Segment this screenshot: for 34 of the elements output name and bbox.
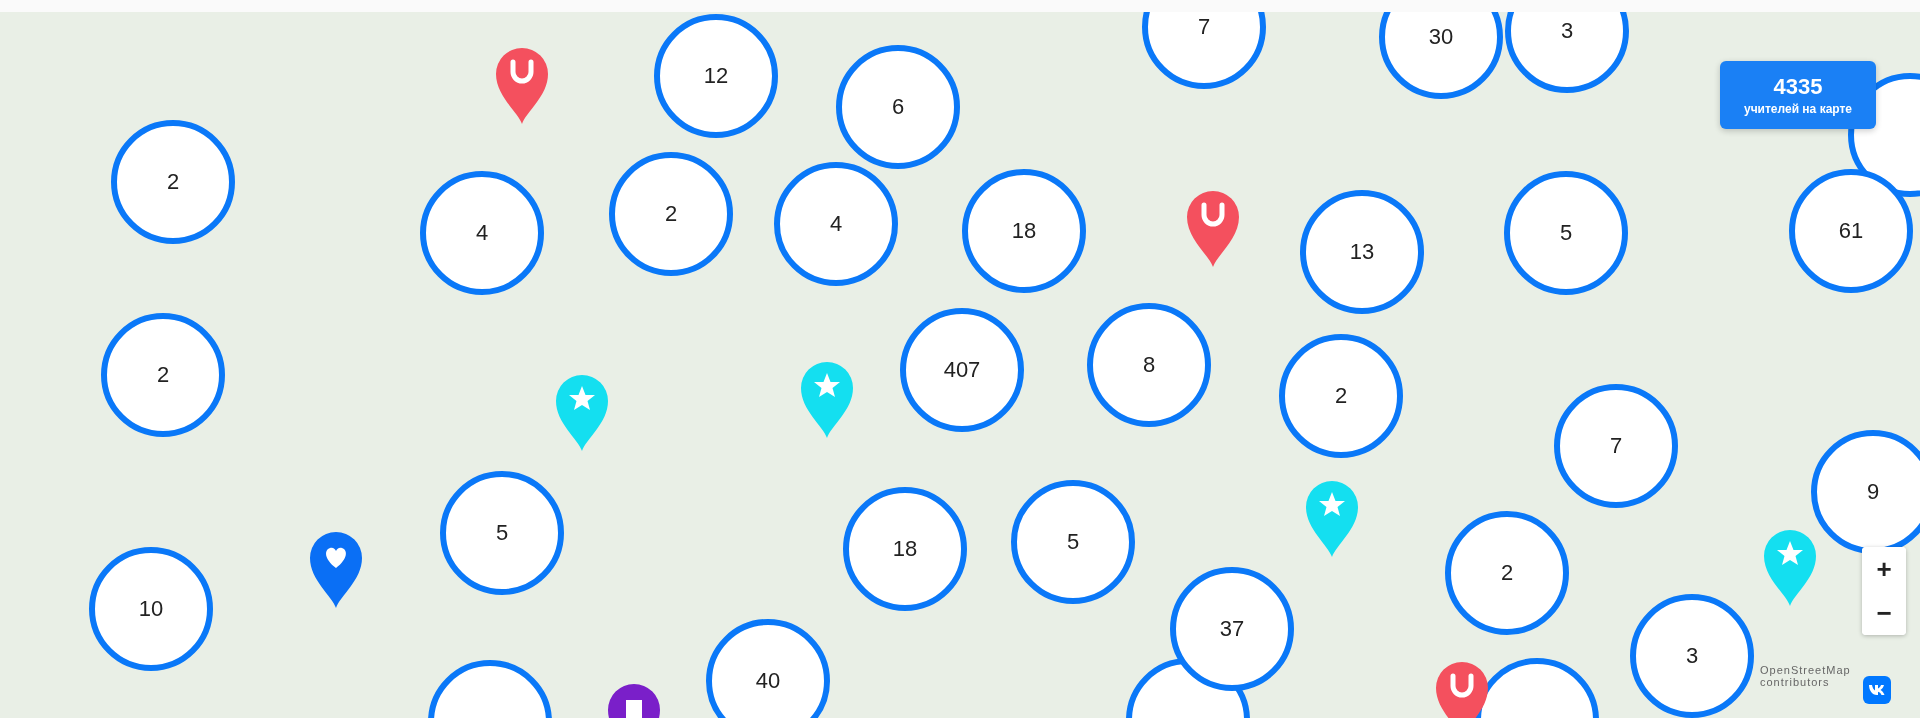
cluster-marker[interactable]: 4 xyxy=(774,162,898,286)
cluster-marker[interactable]: 13 xyxy=(1300,190,1424,314)
cluster-marker[interactable]: 2 xyxy=(1279,334,1403,458)
map-background[interactable]: 7 30 3 12 6 2 4 2 4 18 13 5 61 2 407 8 2 7 9 5 18 5 2 10 37 40 3 4335 учителей на карте + − OpenStreetMap contributors xyxy=(0,12,1920,718)
cluster-marker[interactable]: 4 xyxy=(420,171,544,295)
cluster-marker[interactable]: 2 xyxy=(101,313,225,437)
teacher-count: 4335 xyxy=(1773,74,1823,100)
cluster-marker[interactable]: 18 xyxy=(843,487,967,611)
teacher-count-label: учителей на карте xyxy=(1743,102,1853,116)
cluster-marker[interactable]: 10 xyxy=(89,547,213,671)
cluster-marker[interactable]: 407 xyxy=(900,308,1024,432)
cluster-marker[interactable]: 9 xyxy=(1811,430,1920,554)
cluster-marker[interactable]: 12 xyxy=(654,14,778,138)
cluster-marker[interactable]: 6 xyxy=(836,45,960,169)
cluster-marker[interactable]: 5 xyxy=(440,471,564,595)
cluster-marker[interactable]: 7 xyxy=(1554,384,1678,508)
cluster-marker[interactable]: 8 xyxy=(1087,303,1211,427)
zoom-in-button[interactable]: + xyxy=(1862,547,1906,591)
cluster-marker[interactable]: 2 xyxy=(1445,511,1569,635)
cluster-marker[interactable]: 30 xyxy=(1379,12,1503,99)
cluster-marker[interactable]: 5 xyxy=(1011,480,1135,604)
cluster-marker[interactable]: 18 xyxy=(962,169,1086,293)
cluster-marker[interactable]: 37 xyxy=(1170,567,1294,691)
cluster-marker[interactable]: 3 xyxy=(1505,12,1629,93)
zoom-out-button[interactable]: − xyxy=(1862,591,1906,635)
cluster-marker[interactable]: 7 xyxy=(1142,12,1266,89)
vk-logo-icon[interactable] xyxy=(1863,676,1891,704)
cluster-marker[interactable]: 2 xyxy=(111,120,235,244)
cluster-marker[interactable]: 61 xyxy=(1789,169,1913,293)
map-attribution: OpenStreetMap contributors xyxy=(1760,664,1852,688)
cluster-marker[interactable]: 5 xyxy=(1504,171,1628,295)
cluster-marker[interactable]: 3 xyxy=(1630,594,1754,718)
cluster-marker[interactable]: 2 xyxy=(609,152,733,276)
cluster-marker[interactable]: 40 xyxy=(706,619,830,718)
